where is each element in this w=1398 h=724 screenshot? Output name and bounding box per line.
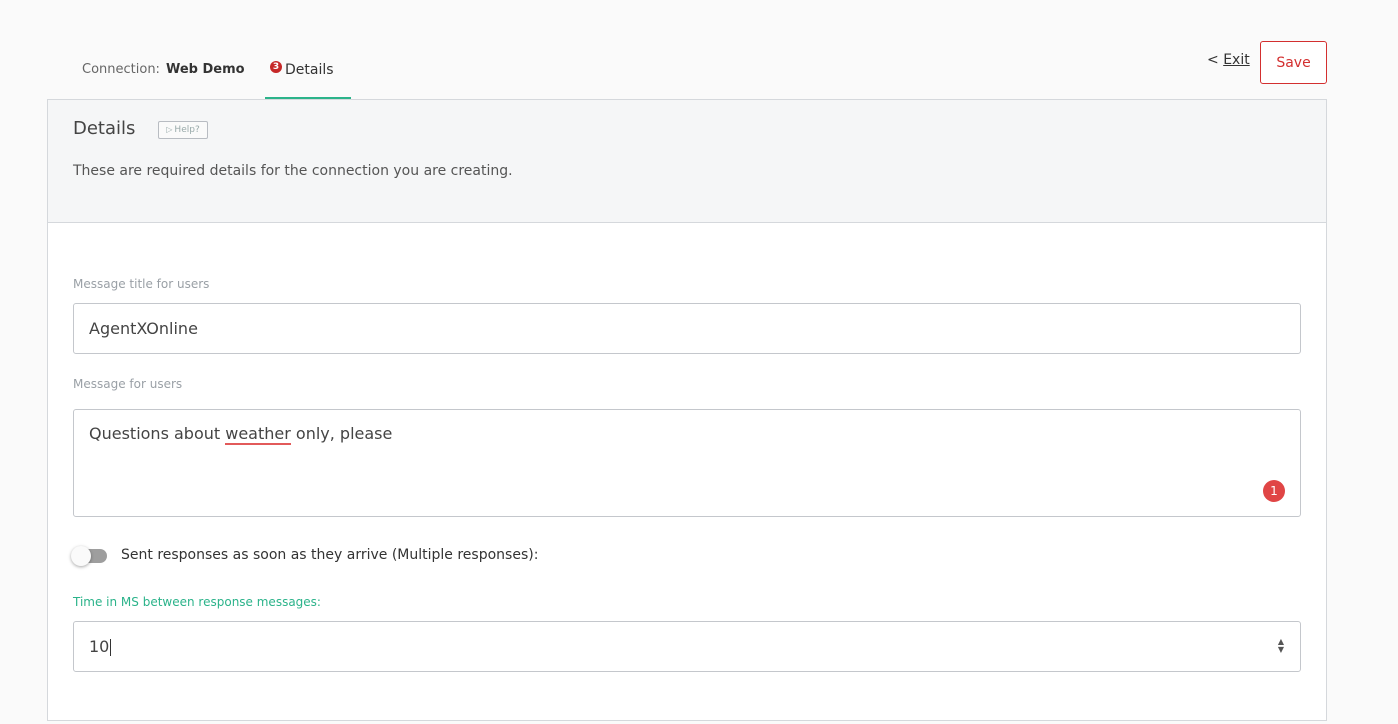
tab-details[interactable]: 3 Details — [265, 58, 351, 99]
message-field-label: Message for users — [73, 377, 183, 391]
tab-details-label: Details — [285, 62, 334, 78]
grammar-issue-badge[interactable]: 1 — [1263, 480, 1285, 502]
save-button[interactable]: Save — [1260, 41, 1327, 84]
connection-name: Web Demo — [165, 62, 245, 77]
response-delay-value: 10 — [89, 637, 110, 656]
misspelled-word: weather — [225, 424, 291, 445]
multiple-responses-toggle[interactable] — [71, 546, 107, 566]
details-card: Details ▷ Help? These are required detail… — [47, 99, 1327, 721]
message-textarea[interactable]: Questions about weather only, please — [73, 409, 1301, 517]
play-icon: ▷ — [166, 125, 173, 134]
response-delay-input[interactable]: 10 ▲ ▼ — [73, 621, 1301, 672]
message-title-input[interactable]: AgentXOnline — [73, 303, 1301, 354]
help-button[interactable]: ▷ Help? — [158, 121, 208, 139]
message-text-before: Questions about — [89, 424, 226, 443]
number-spinner-icon[interactable]: ▲ ▼ — [1276, 638, 1286, 656]
connection-label: Connection: — [82, 62, 160, 77]
toggle-knob — [71, 546, 91, 566]
top-bar: Connection: Web Demo 3 Details < Exit Sav… — [0, 0, 1398, 100]
delay-field-label: Time in MS between response messages: — [73, 595, 321, 609]
title-field-label: Message title for users — [73, 277, 210, 291]
message-text-after: only, please — [290, 424, 393, 443]
card-header: Details ▷ Help? These are required detail… — [48, 100, 1326, 223]
exit-chevron-icon: < — [1207, 52, 1219, 68]
multiple-responses-label: Sent responses as soon as they arrive (M… — [121, 547, 539, 563]
help-label: Help? — [174, 125, 200, 135]
card-description: These are required details for the conne… — [73, 163, 513, 179]
card-title: Details — [73, 118, 136, 139]
text-cursor — [110, 639, 112, 656]
exit-link[interactable]: Exit — [1223, 52, 1250, 68]
tab-error-badge: 3 — [270, 61, 282, 73]
exit-control: < Exit — [1207, 52, 1250, 68]
breadcrumb: Connection: Web Demo — [82, 62, 245, 77]
